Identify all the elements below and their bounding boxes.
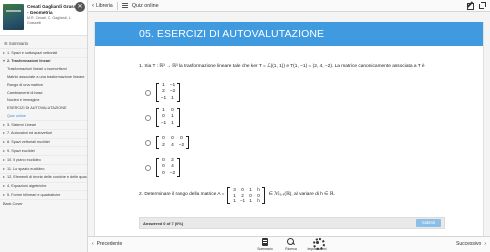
chevron-left-icon: ‹ (92, 2, 94, 9)
matrix-cell: −2 (178, 142, 185, 148)
toc-item[interactable]: ▸ 5. Forme bilineari e quadratiche (0, 190, 87, 199)
matrix-cell: 1 (249, 198, 252, 204)
expand-icon[interactable] (479, 2, 486, 9)
toc-button[interactable]: Sommario (256, 238, 274, 251)
radio-button[interactable] (145, 139, 151, 146)
book-cover (3, 4, 24, 30)
option-matrix: 0 0 0 2 4 −2 (156, 135, 189, 150)
toc-item[interactable]: ESERCIZI DI AUTOVALUTAZIONE (0, 104, 87, 112)
table-of-contents: ☰ Sommario ▸ 1. Spazi e sottospazi vettor… (0, 36, 87, 208)
settings-button[interactable]: Impostazioni (307, 238, 327, 251)
toc-item[interactable]: ▸ 9. Spazi euclidei (0, 146, 87, 155)
matrix-cell: 0 (162, 135, 165, 141)
question-2-prefix: 2. Determinare il rango della matrice A … (139, 192, 225, 198)
matrix-cell: 2 (162, 89, 165, 95)
edit-icon[interactable] (466, 2, 474, 10)
close-icon[interactable]: ✕ (75, 2, 85, 12)
matrix-cell: 2 (162, 142, 165, 148)
page-title: Quiz online (131, 2, 159, 9)
radio-button[interactable] (145, 164, 151, 171)
toc-item[interactable]: ▸ 3. Sistemi Lineari (0, 120, 87, 129)
search-button[interactable]: Ricerca (282, 238, 300, 251)
toc-item[interactable]: Rango di una matrice (0, 81, 87, 89)
matrix-cell: −1 (160, 120, 167, 126)
option-matrix: 1 −1 2 −2 −1 1 (156, 82, 180, 103)
radio-button[interactable] (145, 114, 151, 121)
book-header: Cesati Gagliardi Grasselli - Geometria M… (0, 0, 87, 36)
toc-item[interactable]: ▸ 4. Equazioni algebriche (0, 181, 87, 191)
option-matrix: 0 2 0 4 0 −2 (156, 157, 180, 178)
toc-item[interactable]: Nucleo e immagine (0, 97, 87, 105)
answer-bar: Answered 0 of 7 (0%) Submit (139, 217, 445, 229)
toc-item[interactable]: Matrici associate a una trasformazione l… (0, 73, 87, 81)
matrix-cell: 0 (171, 135, 174, 141)
toc-item[interactable]: Back Cover (0, 199, 87, 208)
matrix-cell: −2 (169, 89, 176, 95)
gear-icon (313, 238, 325, 250)
radio-button[interactable] (145, 89, 151, 96)
previous-button[interactable]: ‹ Precedente (92, 241, 122, 247)
answer-option[interactable]: 1 0 0 1 −1 1 (145, 107, 189, 128)
toc-item[interactable]: ▾ 2. Trasformazioni lineari (0, 56, 87, 66)
toc-item[interactable]: Cambiamenti di base (0, 89, 87, 97)
toc-item[interactable]: ▸ 12. Elementi di teoria delle coniche e … (0, 172, 87, 182)
answer-option[interactable]: 0 0 0 2 4 −2 (145, 132, 189, 153)
search-icon (287, 238, 295, 246)
matrix-cell: 0 (162, 114, 165, 120)
toc-item[interactable]: Trasformazioni lineari o isomorfismi (0, 66, 87, 74)
book-authors: M.R. Cesati, C. Gagliardi, L. Grasselli (27, 16, 72, 25)
submit-button[interactable]: Submit (415, 219, 441, 227)
bottom-toolbar: ‹ Precedente Sommario Ricerca Impostazio… (88, 236, 490, 252)
toc-item[interactable]: ▸ 7. Autovalori ed autovettori (0, 128, 87, 138)
toc-item[interactable]: ▸ 10. Il piano euclideo (0, 155, 87, 164)
next-button[interactable]: Successivo › (456, 241, 486, 247)
question-2: 2. Determinare il rango della matrice A … (139, 187, 469, 204)
top-toolbar: ‹ Libreria Quiz online (88, 0, 490, 12)
toc-icon (261, 238, 269, 246)
reader-content: 05. ESERCIZI DI AUTOVALUTAZIONE 1. Sia T… (88, 12, 490, 236)
matrix-cell: 1 (233, 198, 236, 204)
section-banner: 05. ESERCIZI DI AUTOVALUTAZIONE (95, 22, 483, 46)
answer-option[interactable]: 1 −1 2 −2 −1 1 (145, 82, 189, 103)
toc-item[interactable]: Quiz online (0, 112, 87, 120)
matrix-cell: −1 (239, 198, 246, 204)
question-1-text: 1. Sia T : ℝ³ → ℝ³ la trasformazione lin… (139, 64, 425, 69)
matrix-cell: 0 (162, 164, 165, 170)
matrix-a: 3 0 1 h 1 2 0 0 1 −1 1 h (227, 187, 266, 204)
chevron-left-icon: ‹ (92, 241, 94, 247)
chevron-right-icon: › (484, 241, 486, 247)
matrix-cell: 1 (171, 120, 174, 126)
option-matrix: 1 0 0 1 −1 1 (156, 107, 180, 128)
matrix-cell: 1 (171, 114, 174, 120)
matrix-cell: h (257, 198, 260, 204)
matrix-cell: 1 (171, 95, 174, 101)
menu-icon[interactable] (121, 3, 128, 8)
quiz-page: 05. ESERCIZI DI AUTOVALUTAZIONE 1. Sia T… (94, 22, 484, 236)
matrix-cell: −1 (160, 95, 167, 101)
matrix-cell: −2 (169, 170, 176, 176)
matrix-cell: 0 (180, 135, 183, 141)
toc-item[interactable]: ▸ 11. Lo spazio euclideo (0, 163, 87, 173)
sidebar: Cesati Gagliardi Grasselli - Geometria M… (0, 0, 88, 252)
answer-option[interactable]: 0 2 0 4 0 −2 (145, 157, 189, 178)
matrix-cell: 0 (162, 170, 165, 176)
answered-count: Answered 0 of 7 (0%) (143, 220, 184, 226)
toc-item[interactable]: ▸ 1. Spazi e sottospazi vettoriali (0, 48, 87, 57)
matrix-cell: 4 (171, 142, 174, 148)
question-1-options: 1 −1 2 −2 −1 1 1 0 0 1 −1 1 0 0 0 2 4 −2 0 2 0 4 0 −2 (145, 82, 189, 182)
toc-heading: ☰ Sommario (4, 41, 29, 46)
question-2-suffix: ∈ ℳ₃,₄(ℝ), al variare di h ∈ ℝ. (268, 192, 335, 198)
matrix-cell: 4 (171, 164, 174, 170)
library-back-button[interactable]: ‹ Libreria (88, 3, 113, 9)
toc-item[interactable]: ▸ 8. Spazi vettoriali euclidei (0, 137, 87, 147)
